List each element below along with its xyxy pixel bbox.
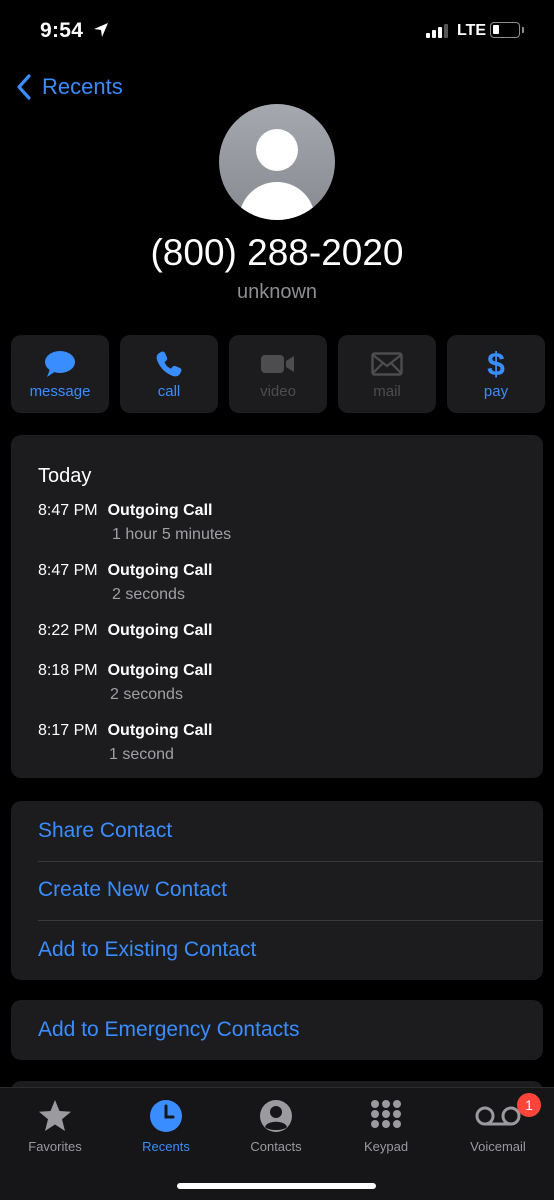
call-duration: 1 second (109, 746, 174, 763)
tab-recents[interactable]: Recents (111, 1096, 221, 1154)
mail-button[interactable]: mail (338, 335, 436, 413)
battery-icon (490, 22, 524, 38)
pay-label: pay (483, 383, 509, 400)
clock-icon (150, 1100, 182, 1132)
tab-favorites[interactable]: Favorites (0, 1096, 110, 1154)
chevron-left-icon (17, 74, 31, 100)
voicemail-icon (475, 1106, 521, 1126)
contact-actions-card: Share Contact Create New Contact Add to … (11, 801, 543, 980)
tab-label: Voicemail (470, 1139, 526, 1154)
envelope-icon (371, 352, 403, 376)
video-camera-icon (261, 355, 294, 373)
back-button[interactable]: Recents (16, 74, 123, 100)
call-type: Outgoing Call (107, 502, 213, 519)
tab-label: Keypad (363, 1139, 409, 1154)
call-type: Outgoing Call (107, 722, 213, 739)
status-time: 9:54 (40, 19, 84, 42)
contact-number: (800) 288-2020 (150, 232, 404, 273)
phone-icon (156, 351, 182, 377)
call-button[interactable]: call (120, 335, 218, 413)
message-bubble-icon (45, 351, 75, 377)
call-duration: 2 seconds (110, 686, 183, 703)
call-entry: 8:18 PM Outgoing Call 2 seconds (38, 662, 212, 704)
star-icon (39, 1100, 71, 1131)
video-label: video (260, 383, 296, 400)
call-time: 8:47 PM (38, 562, 98, 579)
keypad-icon (371, 1100, 401, 1128)
add-to-existing-contact-button[interactable]: Add to Existing Contact (11, 920, 543, 980)
call-duration: 2 seconds (112, 586, 185, 603)
message-label: message (29, 383, 91, 400)
call-entry: 8:17 PM Outgoing Call 1 second (38, 722, 212, 764)
pay-button[interactable]: $ pay (447, 335, 545, 413)
tab-label: Contacts (250, 1139, 302, 1154)
call-duration: 1 hour 5 minutes (112, 526, 232, 543)
call-time: 8:22 PM (38, 622, 98, 639)
tab-keypad[interactable]: Keypad (331, 1096, 441, 1154)
call-time: 8:17 PM (38, 722, 98, 739)
call-entry: 8:47 PM Outgoing Call 1 hour 5 minutes (38, 502, 231, 544)
voicemail-badge: 1 (517, 1093, 541, 1117)
message-button[interactable]: message (11, 335, 109, 413)
call-type: Outgoing Call (107, 562, 213, 579)
location-arrow-icon (94, 23, 108, 37)
call-time: 8:47 PM (38, 502, 98, 519)
add-emergency-contact-button[interactable]: Add to Emergency Contacts (11, 1000, 543, 1060)
call-label: call (157, 383, 181, 400)
history-heading: Today (38, 465, 92, 487)
home-indicator[interactable] (177, 1183, 376, 1189)
action-buttons: message call video mail $ pay (11, 335, 545, 413)
tab-label: Recents (142, 1139, 190, 1154)
create-new-contact-button[interactable]: Create New Contact (11, 860, 543, 921)
tab-label: Favorites (28, 1139, 82, 1154)
call-type: Outgoing Call (107, 622, 213, 639)
emergency-card: Add to Emergency Contacts (11, 1000, 543, 1060)
call-type: Outgoing Call (107, 662, 213, 679)
tab-contacts[interactable]: Contacts (221, 1096, 331, 1154)
dollar-icon: $ (487, 348, 505, 380)
share-contact-button[interactable]: Share Contact (11, 801, 543, 861)
status-bar: 9:54 LTE (0, 0, 554, 62)
call-entry: 8:22 PM Outgoing Call (38, 622, 212, 640)
person-circle-icon (260, 1100, 292, 1132)
svg-text:$: $ (487, 348, 505, 380)
call-entry: 8:47 PM Outgoing Call 2 seconds (38, 562, 212, 604)
carrier-label: LTE (457, 22, 487, 39)
back-label: Recents (42, 74, 123, 99)
signal-strength-icon (426, 24, 448, 38)
mail-label: mail (373, 383, 401, 400)
call-history-card: Today 8:47 PM Outgoing Call 1 hour 5 minu… (11, 435, 543, 778)
call-time: 8:18 PM (38, 662, 98, 679)
avatar (219, 104, 335, 220)
video-button[interactable]: video (229, 335, 327, 413)
contact-label: unknown (236, 281, 318, 303)
